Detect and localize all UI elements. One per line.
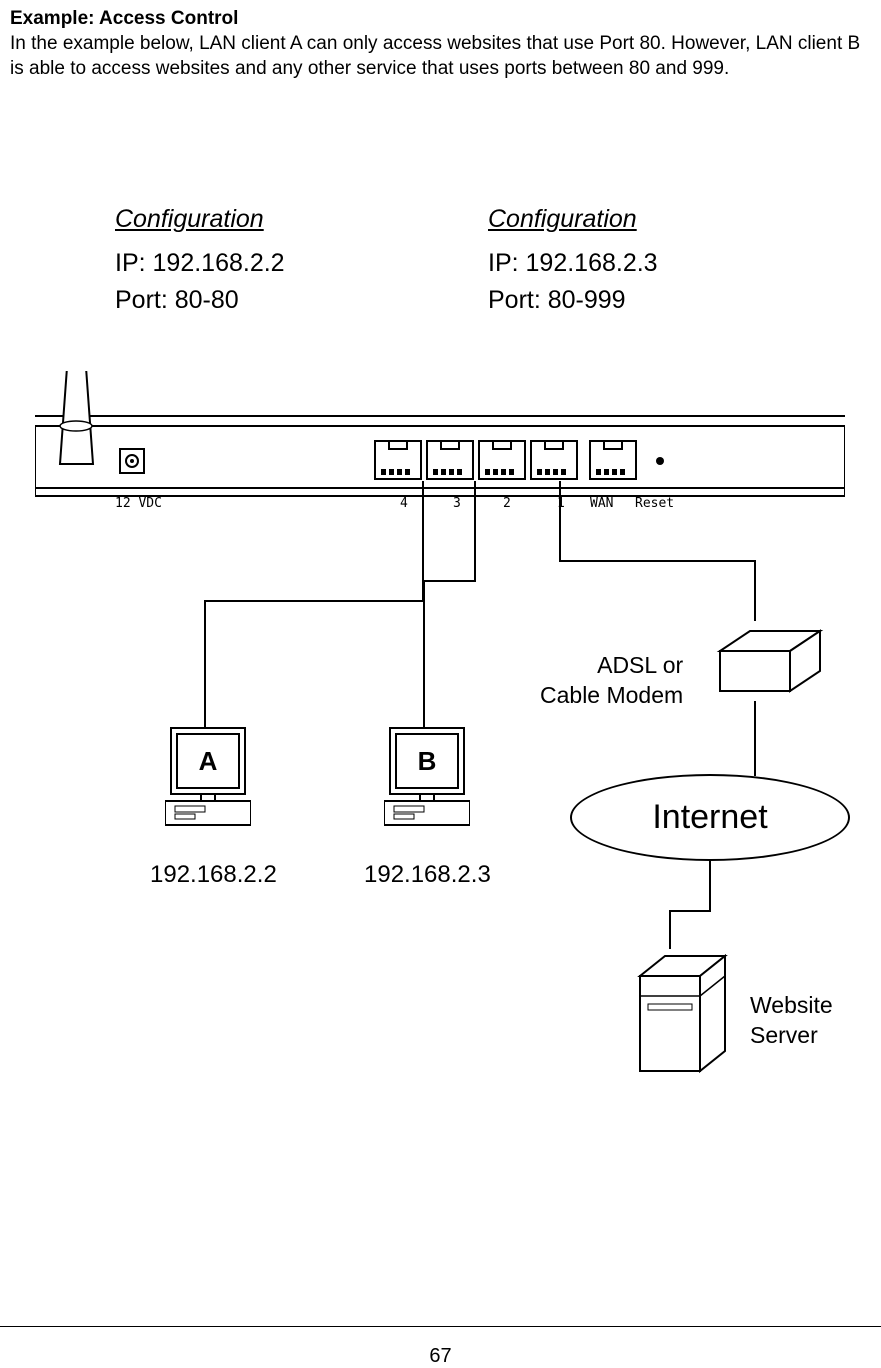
server-icon [630,946,740,1086]
example-title: Example: Access Control [10,8,871,30]
config-a-label: Configuration [115,201,285,239]
client-a-icon: A [165,726,251,836]
internet-label: Internet [652,798,767,837]
modem-icon [710,621,830,711]
port-label-4: 4 [400,496,408,511]
modem-label-1: ADSL or [597,652,683,678]
config-block-b: Configuration IP: 192.168.2.3 Port: 80-9… [488,201,658,320]
example-description: In the example below, LAN client A can o… [10,32,871,81]
port-label-1: 1 [557,496,565,511]
client-a-letter: A [199,746,218,776]
client-a-ip: 192.168.2.2 [150,861,277,889]
config-a-ip: IP: 192.168.2.2 [115,245,285,283]
port-label-3: 3 [453,496,461,511]
port-label-wan: WAN [590,496,613,511]
router-icon [35,371,845,501]
config-a-port: Port: 80-80 [115,282,285,320]
page-footer: 67 [0,1326,881,1368]
config-b-label: Configuration [488,201,658,239]
network-diagram: Configuration IP: 192.168.2.2 Port: 80-8… [10,121,870,1121]
server-label-2: Server [750,1022,818,1048]
client-b-ip: 192.168.2.3 [364,861,491,889]
config-b-port: Port: 80-999 [488,282,658,320]
modem-label: ADSL or Cable Modem [540,651,683,711]
page-number: 67 [429,1345,451,1367]
config-block-a: Configuration IP: 192.168.2.2 Port: 80-8… [115,201,285,320]
internet-cloud: Internet [570,774,850,861]
client-b-letter: B [418,746,437,776]
port-label-power: 12 VDC [115,496,162,511]
modem-label-2: Cable Modem [540,682,683,708]
server-label: Website Server [750,991,833,1051]
port-label-reset: Reset [635,496,674,511]
server-label-1: Website [750,992,833,1018]
client-b-icon: B [384,726,470,836]
port-label-2: 2 [503,496,511,511]
config-b-ip: IP: 192.168.2.3 [488,245,658,283]
